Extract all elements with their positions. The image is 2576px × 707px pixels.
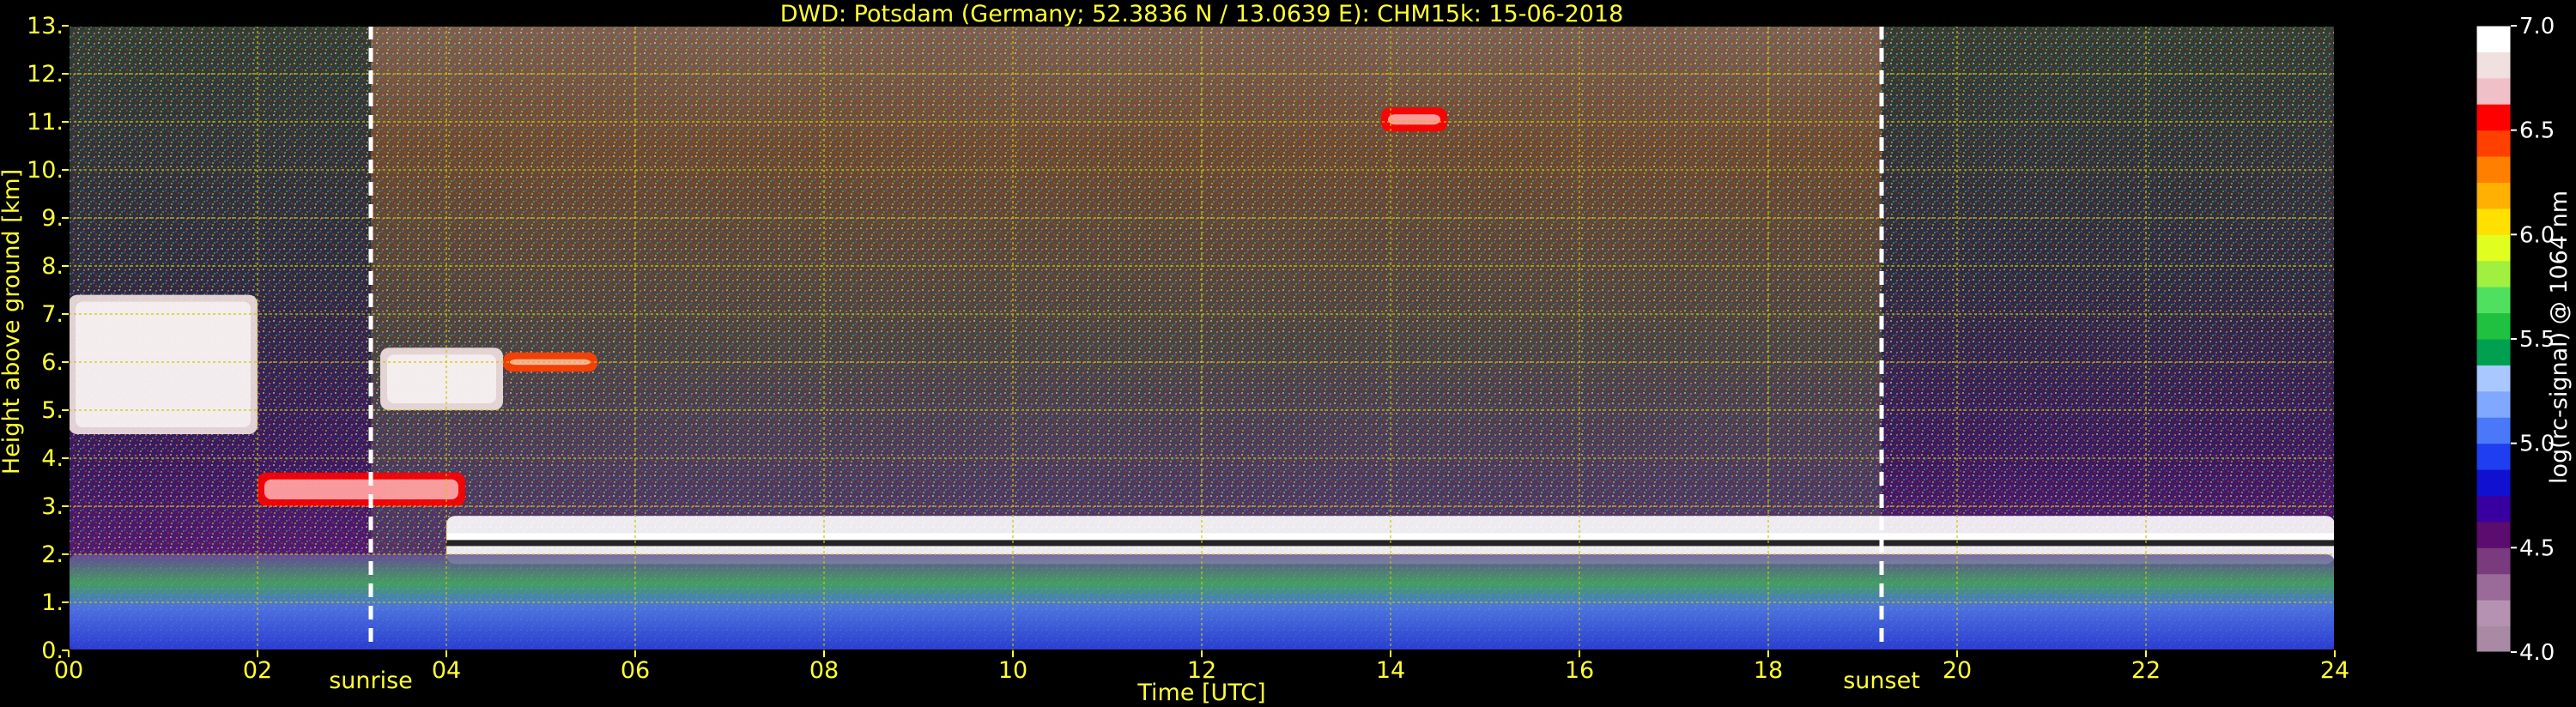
colorbar-segment xyxy=(2476,469,2511,496)
colorbar-segment xyxy=(2476,339,2511,366)
x-tick-label: 14 xyxy=(1376,657,1405,684)
y-tick-label: 7. xyxy=(41,301,64,328)
y-tick-label: 6. xyxy=(41,349,64,376)
colorbar-segment xyxy=(2476,573,2511,601)
y-tick-label: 10. xyxy=(27,157,64,184)
colorbar-segment xyxy=(2476,260,2511,287)
colorbar-segment xyxy=(2476,234,2511,262)
colorbar-tick-label: 4.0 xyxy=(2519,640,2555,666)
y-tick-label: 13. xyxy=(27,13,64,39)
y-tick-label: 11. xyxy=(27,109,64,136)
x-tick-label: 10 xyxy=(998,657,1027,684)
colorbar-tick-label: 7.0 xyxy=(2519,14,2555,39)
y-tick-label: 8. xyxy=(41,253,64,280)
y-tick-label: 3. xyxy=(41,493,64,520)
cloud-core xyxy=(1388,114,1440,125)
colorbar-segment xyxy=(2476,417,2511,444)
y-tick-label: 9. xyxy=(41,205,64,232)
colorbar-segment xyxy=(2476,390,2511,418)
x-tick-label: 18 xyxy=(1754,657,1783,684)
y-tick-label: 12. xyxy=(27,61,64,88)
colorbar-segment xyxy=(2476,26,2511,52)
y-tick-label: 4. xyxy=(41,445,64,472)
colorbar-segment xyxy=(2476,104,2511,131)
colorbar-segment xyxy=(2476,208,2511,235)
colorbar-segment xyxy=(2476,495,2511,523)
colorbar: 4.04.55.05.56.06.57.0 xyxy=(2476,14,2555,666)
colorbar-segment xyxy=(2476,156,2511,183)
colorbar-segment xyxy=(2476,130,2511,157)
colorbar-segment xyxy=(2476,287,2511,314)
colorbar-segment xyxy=(2476,365,2511,392)
y-tick-label: 0. xyxy=(41,638,64,664)
x-tick-label: 22 xyxy=(2131,657,2161,684)
colorbar-segment xyxy=(2476,312,2511,340)
cloud-core xyxy=(76,301,251,427)
x-tick-label: 16 xyxy=(1565,657,1594,684)
colorbar-segment xyxy=(2476,625,2511,653)
ceilometer-chart: sunrise sunset 00 02 04 06 08 10 12 14 16 18 20 22 24… xyxy=(0,1,2573,706)
chart-title: DWD: Potsdam (Germany; 52.3836 N / 13.06… xyxy=(780,1,1624,27)
x-tick-label: 08 xyxy=(809,657,839,684)
sunset-label: sunset xyxy=(1843,668,1920,694)
colorbar-tick-label: 4.5 xyxy=(2519,535,2555,561)
x-tick-label: 06 xyxy=(621,657,650,684)
lidar-figure: sunrise sunset 00 02 04 06 08 10 12 14 16 18 20 22 24… xyxy=(0,0,2576,707)
colorbar-segment xyxy=(2476,600,2511,627)
x-tick-label: 24 xyxy=(2320,657,2349,684)
x-tick-label: 04 xyxy=(432,657,461,684)
x-axis-label: Time [UTC] xyxy=(1136,680,1265,706)
colorbar-segment xyxy=(2476,77,2511,105)
colorbar-segment xyxy=(2476,51,2511,79)
x-tick-label: 02 xyxy=(243,657,272,684)
x-tick-label: 20 xyxy=(1943,657,1972,684)
sunrise-label: sunrise xyxy=(329,668,413,694)
colorbar-segment xyxy=(2476,182,2511,209)
colorbar-tick-label: 6.5 xyxy=(2519,118,2555,144)
y-tick-label: 5. xyxy=(41,397,64,424)
y-tick-label: 2. xyxy=(41,541,64,568)
colorbar-segment xyxy=(2476,521,2511,548)
y-axis-label: Height above ground [km] xyxy=(0,169,25,474)
cloud-core xyxy=(264,479,458,499)
colorbar-label: log(rc-signal) @ 1064 nm xyxy=(2546,190,2573,484)
colorbar-segment xyxy=(2476,547,2511,575)
colorbar-segment xyxy=(2476,443,2511,470)
y-tick-label: 1. xyxy=(41,589,64,616)
